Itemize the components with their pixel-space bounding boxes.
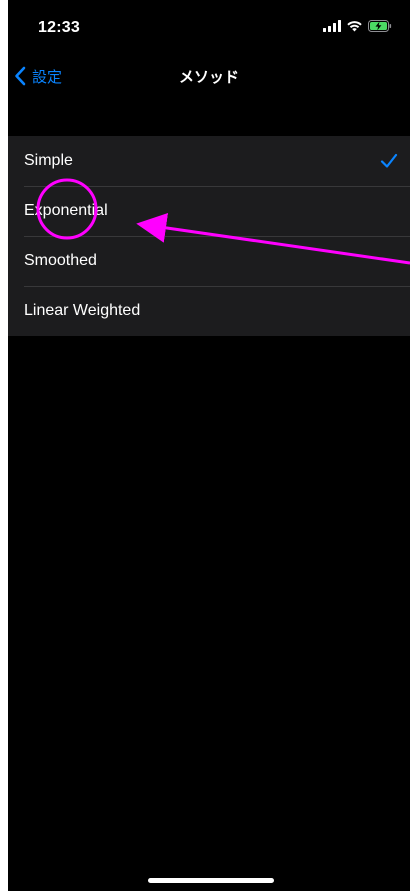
option-label: Simple: [24, 152, 73, 169]
option-label: Linear Weighted: [24, 302, 141, 319]
navigation-bar: 設定 メソッド: [8, 56, 410, 96]
status-icons: [323, 20, 392, 32]
page-title: メソッド: [178, 69, 239, 86]
wifi-icon: [347, 21, 362, 32]
method-option-simple[interactable]: Simple: [8, 136, 410, 186]
method-option-linear-weighted[interactable]: Linear Weighted: [8, 286, 410, 336]
status-time: 12:33: [38, 19, 80, 36]
screen: 12:33 設定 メソッド Simple Exponential Smoothe…: [8, 0, 410, 891]
method-option-exponential[interactable]: Exponential: [8, 186, 410, 236]
option-label: Smoothed: [24, 252, 97, 269]
method-list: Simple Exponential Smoothed Linear Weigh…: [8, 136, 410, 336]
checkmark-icon: [380, 153, 398, 168]
option-label: Exponential: [24, 202, 108, 219]
method-option-smoothed[interactable]: Smoothed: [8, 236, 410, 286]
home-indicator: [148, 878, 274, 883]
battery-charging-icon: [368, 20, 392, 32]
status-bar: 12:33: [8, 0, 410, 52]
cellular-signal-icon: [323, 20, 341, 32]
